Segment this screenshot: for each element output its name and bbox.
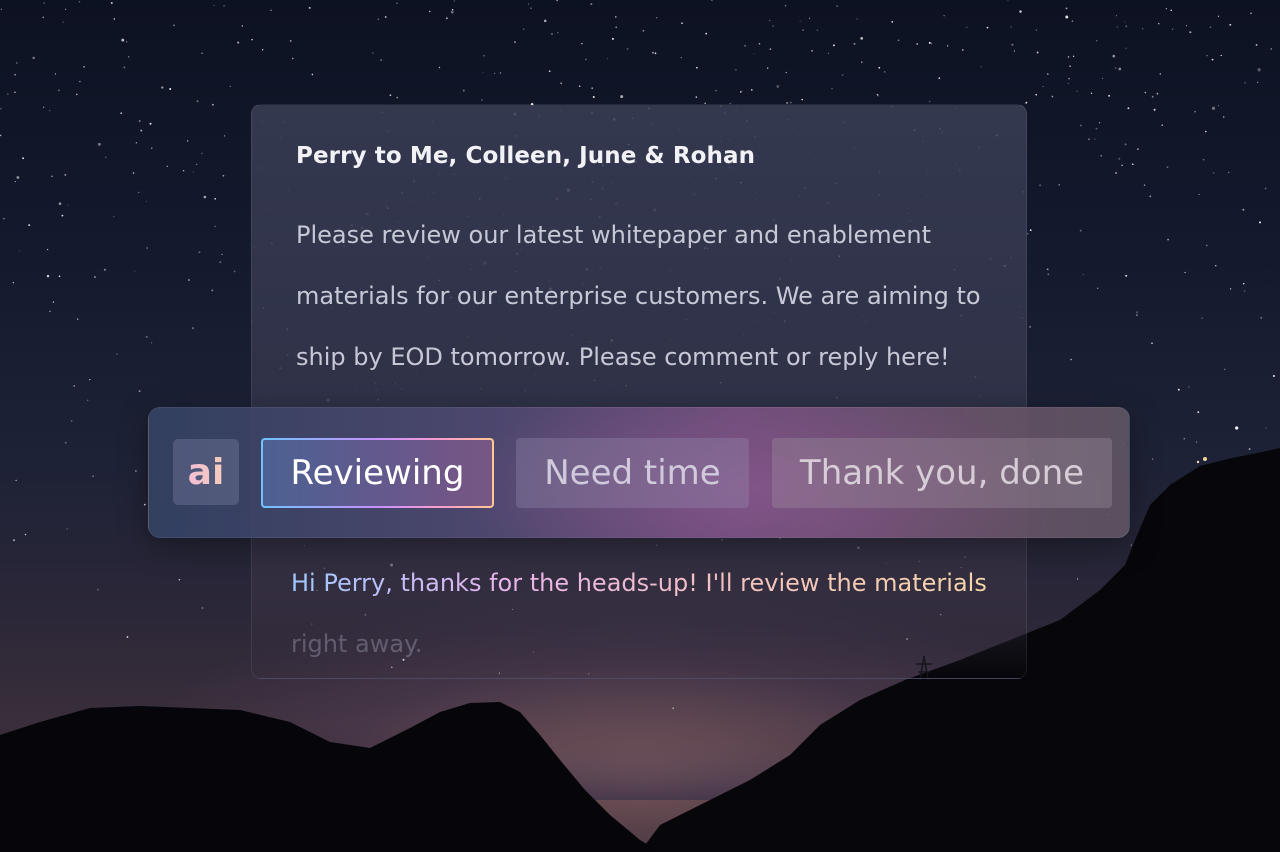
reply-suggestion-reviewing[interactable]: Reviewing [261, 438, 494, 508]
email-body-line: Please review our latest whitepaper and … [296, 221, 932, 249]
email-sender-line: Perry to Me, Colleen, June & Rohan [296, 143, 756, 169]
email-body-line: ship by EOD tomorrow. Please comment or … [296, 343, 950, 371]
smart-reply-bar: ai Reviewing Need time Thank you, done [148, 407, 1130, 538]
reply-suggestion-thank-you-done[interactable]: Thank you, done [772, 438, 1112, 508]
draft-reply[interactable]: Hi Perry, thanks for the heads-up! I'll … [291, 553, 1011, 675]
reply-suggestion-need-time[interactable]: Need time [516, 438, 749, 508]
ai-badge: ai [173, 439, 239, 505]
email-body-line: materials for our enterprise customers. … [296, 282, 981, 310]
email-body: Please review our latest whitepaper and … [296, 205, 1006, 388]
draft-reply-line: Hi Perry, thanks for the heads-up! I'll … [291, 553, 1011, 614]
draft-reply-line: right away. [291, 630, 423, 658]
night-sky-scene: Perry to Me, Colleen, June & Rohan Pleas… [0, 0, 1280, 852]
